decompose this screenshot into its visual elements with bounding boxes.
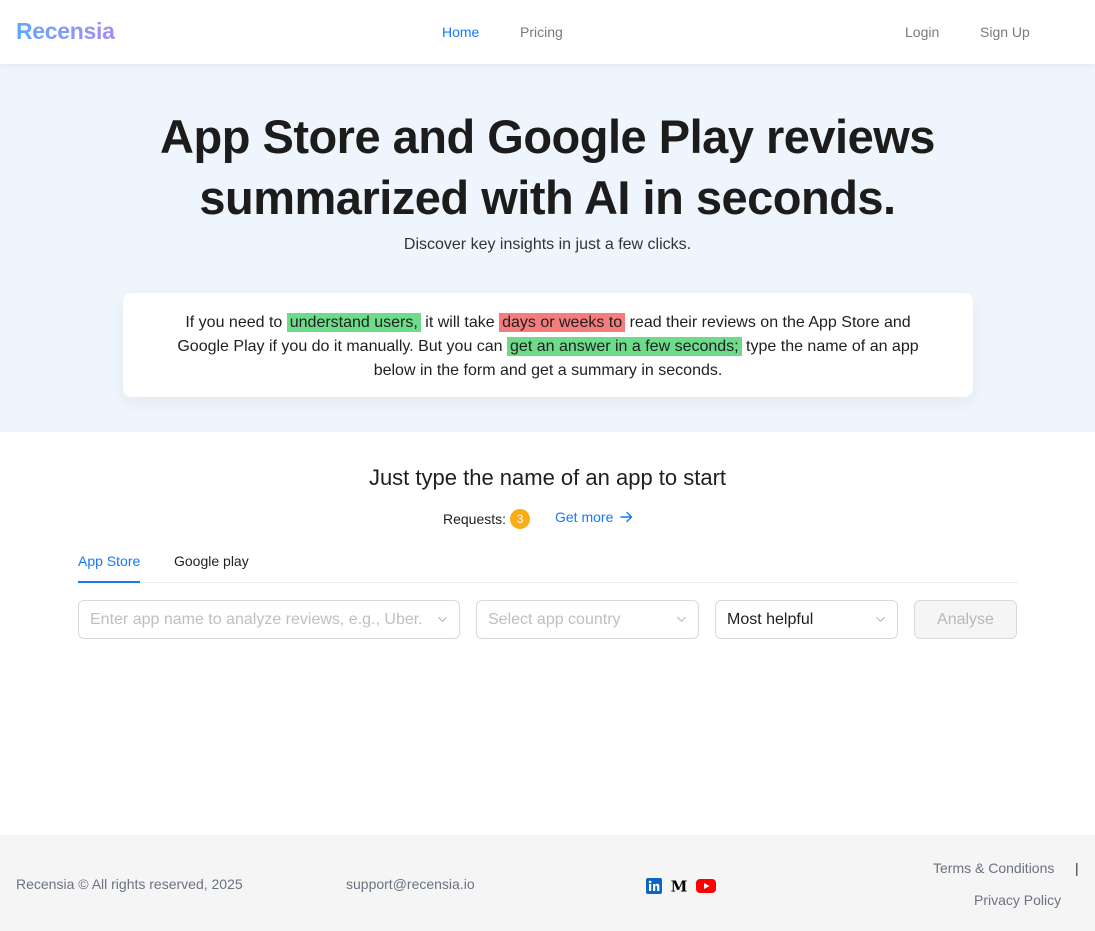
get-more-link[interactable]: Get more bbox=[555, 509, 633, 525]
hero-title: App Store and Google Play reviews summar… bbox=[0, 106, 1095, 228]
hero-section: App Store and Google Play reviews summar… bbox=[0, 64, 1095, 432]
nav-login-link[interactable]: Login bbox=[905, 24, 939, 40]
footer: Recensia © All rights reserved, 2025 sup… bbox=[0, 835, 1095, 931]
linkedin-icon[interactable] bbox=[646, 878, 662, 899]
logo[interactable]: Recensia bbox=[16, 18, 115, 45]
requests-count-badge: 3 bbox=[510, 509, 531, 529]
social-links: M bbox=[646, 878, 724, 899]
country-placeholder: Select app country bbox=[488, 611, 621, 628]
tab-app-store[interactable]: App Store bbox=[78, 553, 141, 583]
highlight-understand-users: understand users, bbox=[286, 313, 421, 332]
chevron-down-icon bbox=[437, 616, 448, 623]
footer-copyright: Recensia © All rights reserved, 2025 bbox=[16, 876, 243, 892]
requests-label: Requests: bbox=[443, 511, 507, 527]
sort-select[interactable]: Most helpful bbox=[715, 600, 898, 639]
medium-icon[interactable]: M bbox=[670, 878, 688, 899]
app-name-select[interactable]: Enter app name to analyze reviews, e.g.,… bbox=[78, 600, 460, 639]
privacy-link[interactable]: Privacy Policy bbox=[974, 892, 1061, 908]
card-text-2: it will take bbox=[420, 314, 500, 331]
tab-google-play[interactable]: Google play bbox=[174, 553, 249, 569]
nav-pricing-link[interactable]: Pricing bbox=[520, 24, 563, 40]
youtube-icon[interactable] bbox=[696, 879, 716, 898]
nav-home-link[interactable]: Home bbox=[442, 24, 479, 40]
requests-counter: Requests: 3 bbox=[443, 509, 531, 529]
highlight-days-or-weeks: days or weeks to bbox=[499, 313, 626, 332]
support-email-link[interactable]: support@recensia.io bbox=[346, 876, 475, 892]
hero-subtitle: Discover key insights in just a few clic… bbox=[403, 236, 692, 253]
explanation-card: If you need to understand users, it will… bbox=[123, 293, 973, 397]
footer-separator: | bbox=[1075, 860, 1079, 876]
hero-title-line2: summarized with AI in seconds. bbox=[199, 171, 896, 224]
analyse-button[interactable]: Analyse bbox=[914, 600, 1017, 639]
highlight-answer-seconds: get an answer in a few seconds; bbox=[507, 337, 742, 356]
top-header: Recensia Home Pricing Login Sign Up bbox=[0, 0, 1095, 64]
terms-link[interactable]: Terms & Conditions bbox=[933, 860, 1054, 876]
app-name-placeholder: Enter app name to analyze reviews, e.g.,… bbox=[90, 611, 423, 628]
nav-signup-link[interactable]: Sign Up bbox=[980, 24, 1030, 40]
sort-value: Most helpful bbox=[727, 611, 814, 628]
country-select[interactable]: Select app country bbox=[476, 600, 699, 639]
svg-text:M: M bbox=[671, 878, 688, 894]
arrow-right-icon bbox=[620, 511, 633, 523]
get-more-label: Get more bbox=[555, 509, 614, 525]
form-section-title: Just type the name of an app to start bbox=[368, 465, 727, 490]
store-tabs: App Store Google play bbox=[78, 540, 1018, 583]
chevron-down-icon bbox=[676, 616, 687, 623]
chevron-down-icon bbox=[875, 616, 886, 623]
hero-title-line1: App Store and Google Play reviews bbox=[160, 110, 935, 163]
card-text-1: If you need to bbox=[185, 314, 287, 331]
